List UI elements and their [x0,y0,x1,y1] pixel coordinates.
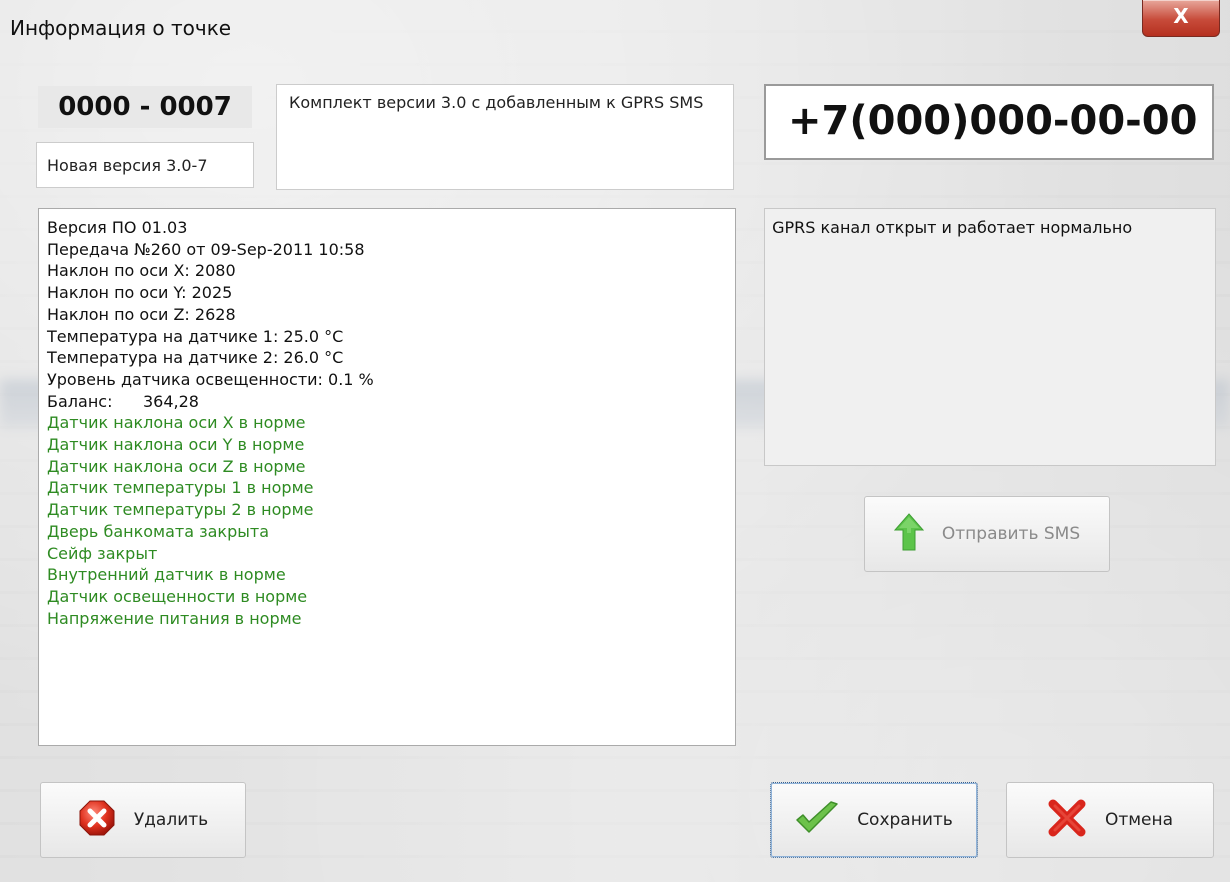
save-label: Сохранить [857,810,953,830]
delete-icon [78,799,116,842]
point-info-text[interactable]: Версия ПО 01.03 Передача №260 от 09-Sep-… [38,208,736,746]
info-line: Наклон по оси X: 2080 [47,261,236,281]
status-line: Датчик температуры 2 в норме [47,500,314,520]
dialog-title: Информация о точке [10,16,232,40]
point-id: 0000 - 0007 [38,86,252,128]
point-info-dialog: Информация о точке X 0000 - 0007 Новая в… [0,0,1230,882]
cancel-label: Отмена [1104,810,1174,830]
info-line: Температура на датчике 1: 25.0 °C [47,326,344,346]
status-line: Внутренний датчик в норме [47,565,286,585]
save-button[interactable]: Сохранить [770,782,978,858]
phone-field[interactable]: +7(000)000-00-00 [764,84,1214,160]
status-line: Датчик наклона оси X в норме [47,413,306,433]
cancel-button[interactable]: Отмена [1006,782,1214,858]
status-line: Сейф закрыт [47,543,158,563]
status-line: Датчик освещенности в норме [47,586,308,606]
delete-button[interactable]: Удалить [40,782,246,858]
delete-label: Удалить [133,810,209,830]
status-line: Датчик температуры 1 в норме [47,478,314,498]
gprs-status-text: GPRS канал открыт и работает нормально [764,208,1216,466]
checkmark-icon [795,800,839,841]
status-line: Датчик наклона оси Y в норме [47,435,305,455]
info-line: Передача №260 от 09-Sep-2011 10:58 [47,239,365,259]
arrow-up-icon [893,512,924,556]
info-line: Уровень датчика освещенности: 0.1 % [47,369,374,389]
version-name-field[interactable]: Новая версия 3.0-7 [36,142,254,188]
info-line: Наклон по оси Z: 2628 [47,304,236,324]
close-button[interactable]: X [1142,0,1220,37]
info-line: Температура на датчике 2: 26.0 °C [47,348,344,368]
send-sms-button[interactable]: Отправить SMS [864,496,1110,572]
info-line: Наклон по оси Y: 2025 [47,283,233,303]
send-sms-label: Отправить SMS [941,524,1081,544]
status-line: Напряжение питания в норме [47,608,302,628]
cross-icon [1047,798,1087,843]
status-line: Дверь банкомата закрыта [47,521,270,541]
status-line: Датчик наклона оси Z в норме [47,456,306,476]
description-field[interactable]: Комплект версии 3.0 с добавленным к GPRS… [276,84,734,190]
info-line: Версия ПО 01.03 [47,218,188,237]
info-line: Баланс: 364,28 [47,391,199,411]
